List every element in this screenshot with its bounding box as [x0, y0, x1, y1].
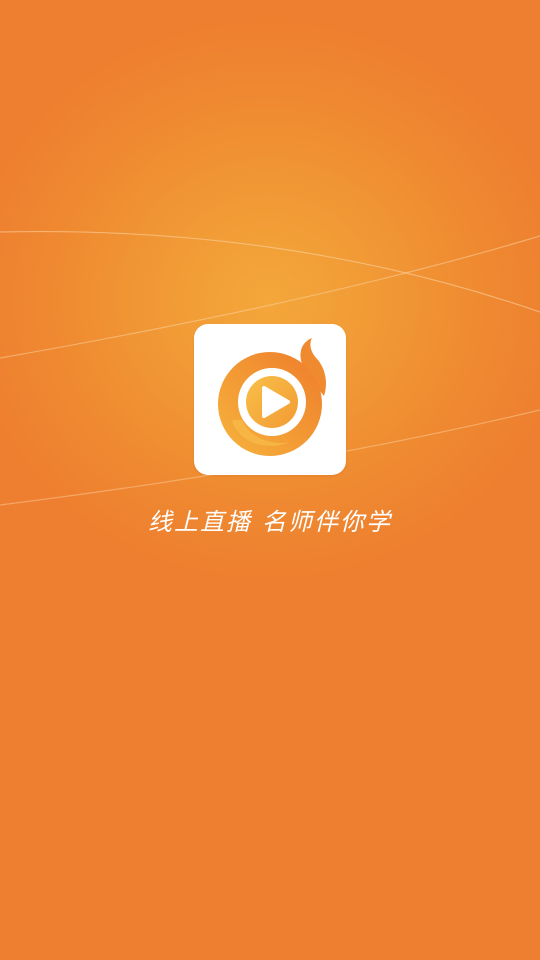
slogan: 线上直播 名师伴你学	[0, 504, 540, 540]
app-logo	[194, 324, 346, 475]
flame-play-icon	[218, 338, 326, 456]
slogan-part-2: 名师伴你学	[262, 508, 392, 536]
splash-screen: 线上直播 名师伴你学	[0, 0, 540, 960]
slogan-part-1: 线上直播	[148, 508, 252, 536]
decorative-curves	[0, 230, 540, 506]
